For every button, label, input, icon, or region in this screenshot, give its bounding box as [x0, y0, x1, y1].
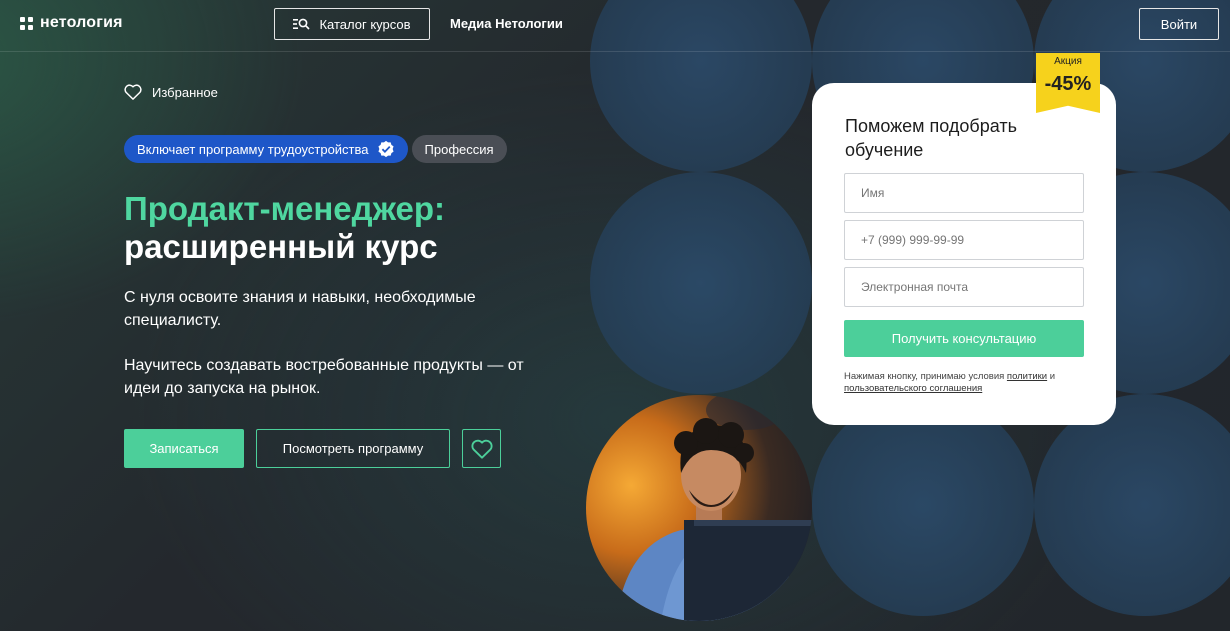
login-button[interactable]: Войти — [1139, 8, 1219, 40]
favorites-link[interactable]: Избранное — [124, 84, 218, 100]
add-favorite-button[interactable] — [462, 429, 501, 468]
title-line-2: расширенный курс — [124, 228, 438, 265]
heart-icon — [124, 84, 142, 100]
signup-button[interactable]: Записаться — [124, 429, 244, 468]
phone-field[interactable] — [844, 220, 1084, 260]
favorites-label: Избранное — [152, 84, 218, 100]
profession-badge: Профессия — [411, 135, 507, 163]
get-consultation-button[interactable]: Получить консультацию — [844, 320, 1084, 357]
description-paragraph-1: С нуля освоите знания и навыки, необходи… — [124, 289, 476, 329]
catalog-label: Каталог курсов — [319, 16, 411, 32]
consultation-form: Поможем подобрать обучение Получить конс… — [812, 83, 1116, 425]
logo-text: нетология — [40, 14, 123, 31]
hero-photo-illustration — [616, 395, 812, 621]
bg-circle — [1034, 394, 1230, 616]
name-field[interactable] — [844, 173, 1084, 213]
logo[interactable]: нетология — [20, 14, 123, 32]
promo-discount: -45% — [1044, 73, 1092, 95]
promo-sticker: Акция -45% — [1036, 53, 1100, 113]
view-program-button[interactable]: Посмотреть программу — [256, 429, 450, 468]
catalog-button[interactable]: Каталог курсов — [274, 8, 430, 40]
media-link[interactable]: Медиа Нетологии — [450, 16, 563, 31]
form-title: Поможем подобрать обучение — [845, 116, 1017, 160]
top-header: нетология Каталог курсов Медиа Нетологии… — [0, 0, 1230, 52]
bg-circle — [590, 172, 812, 394]
legal-notice: Нажимая кнопку, принимаю условия политик… — [844, 371, 1094, 395]
title-line-1: Продакт-менеджер: — [124, 190, 446, 227]
legal-and: и — [1049, 371, 1056, 382]
course-badges: Включает программу трудоустройства Профе… — [124, 135, 507, 163]
bg-circle — [812, 394, 1034, 616]
logo-icon — [20, 16, 33, 30]
user-agreement-link[interactable]: пользовательского соглашения — [844, 383, 982, 394]
heart-icon — [470, 439, 493, 459]
privacy-policy-link[interactable]: политики — [1007, 371, 1047, 382]
catalog-search-icon — [293, 18, 311, 30]
email-field[interactable] — [844, 267, 1084, 307]
page-title: Продакт-менеджер: расширенный курс — [124, 190, 445, 266]
legal-prefix: Нажимая кнопку, принимаю условия — [844, 371, 1005, 382]
description-paragraph-2: Научитесь создавать востребованные проду… — [124, 357, 524, 397]
promo-label: Акция — [1054, 56, 1082, 67]
employment-badge-label: Включает программу трудоустройства — [137, 141, 369, 157]
course-description: С нуля освоите знания и навыки, необходи… — [124, 286, 544, 400]
hero-photo — [586, 395, 812, 621]
verified-check-icon — [377, 140, 394, 158]
employment-badge: Включает программу трудоустройства — [124, 135, 408, 163]
